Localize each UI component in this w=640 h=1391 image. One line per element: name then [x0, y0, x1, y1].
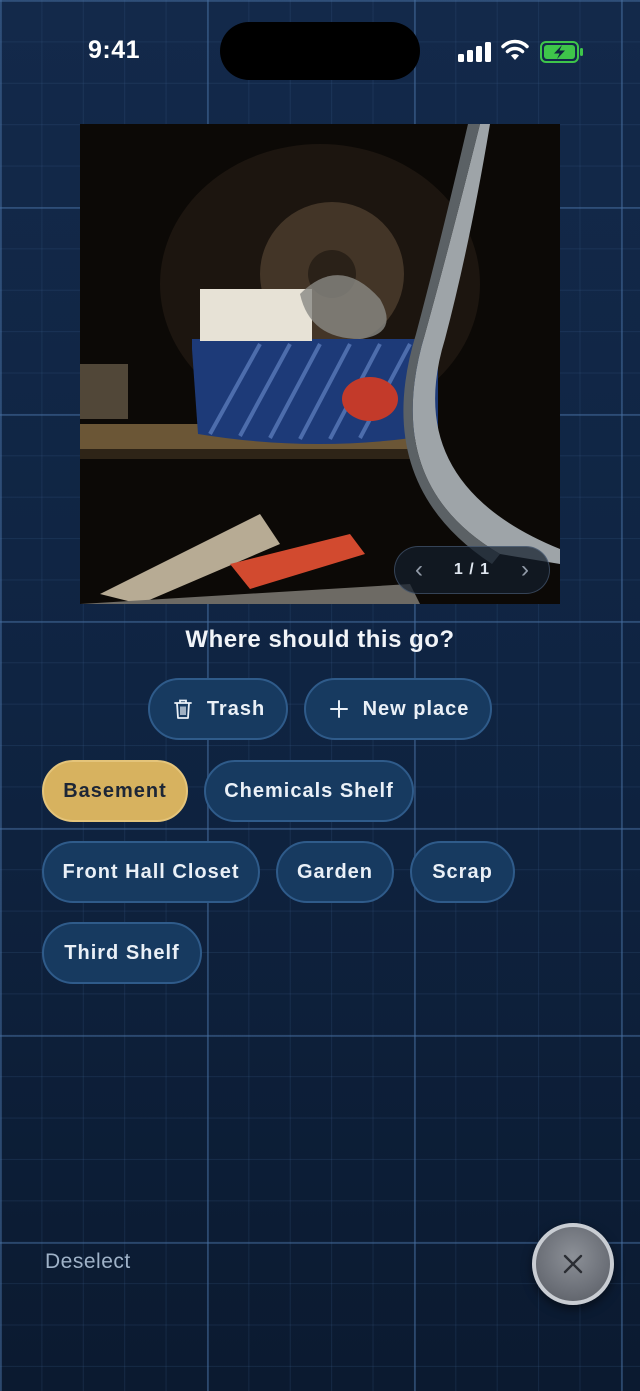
pager-count: 1 / 1	[453, 561, 491, 578]
status-time: 9:41	[88, 36, 141, 64]
place-chip-garden[interactable]: Garden	[276, 841, 394, 903]
close-button[interactable]	[532, 1223, 614, 1305]
photo-pager: ‹ 1 / 1 ›	[394, 546, 550, 594]
plus-icon	[329, 700, 348, 718]
place-chip-label: Scrap	[432, 860, 493, 883]
trash-label: Trash	[206, 697, 266, 720]
cellular-signal-icon	[458, 42, 492, 62]
place-chip-chemicals-shelf[interactable]: Chemicals Shelf	[204, 760, 414, 822]
place-chip-third-shelf[interactable]: Third Shelf	[42, 922, 202, 984]
battery-charging-icon	[540, 41, 583, 63]
trash-button[interactable]: Trash	[148, 678, 288, 740]
chevron-right-icon[interactable]: ›	[509, 557, 529, 583]
place-chip-label: Chemicals Shelf	[224, 779, 394, 802]
new-place-label: New place	[362, 697, 470, 720]
trash-icon	[173, 699, 192, 719]
wifi-icon	[501, 39, 529, 60]
place-chip-label: Garden	[296, 860, 374, 883]
close-icon	[563, 1254, 583, 1274]
status-bar: 9:41	[0, 0, 640, 100]
deselect-button[interactable]: Deselect	[45, 1250, 131, 1274]
page-title: Where should this go?	[185, 626, 455, 653]
dynamic-island	[220, 22, 420, 80]
item-photo[interactable]	[80, 124, 560, 604]
photo-illustration	[80, 124, 560, 604]
place-chip-label: Basement	[63, 779, 167, 802]
place-chip-front-hall-closet[interactable]: Front Hall Closet	[42, 841, 260, 903]
chevron-left-icon[interactable]: ‹	[415, 557, 435, 583]
place-chip-scrap[interactable]: Scrap	[410, 841, 515, 903]
place-chip-basement[interactable]: Basement	[42, 760, 188, 822]
new-place-button[interactable]: New place	[304, 678, 492, 740]
place-chip-label: Third Shelf	[64, 941, 180, 964]
place-chip-label: Front Hall Closet	[62, 860, 240, 883]
